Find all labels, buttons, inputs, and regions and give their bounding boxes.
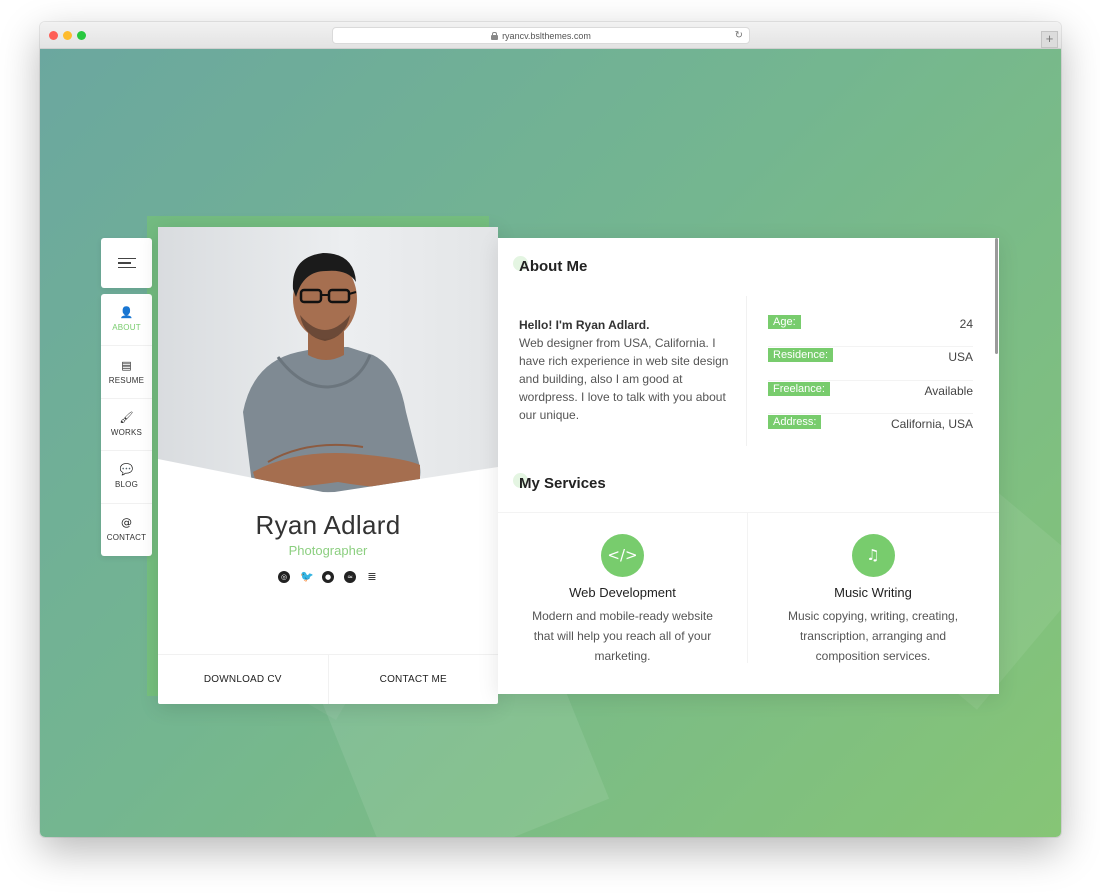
service-description: Modern and mobile-ready website that wil… — [532, 609, 713, 663]
nav-label: RESUME — [108, 375, 145, 385]
card-actions: DOWNLOAD CV CONTACT ME — [158, 654, 498, 704]
hamburger-menu-button[interactable] — [101, 238, 152, 288]
scrollbar[interactable] — [995, 238, 998, 354]
info-value: California, USA — [890, 416, 973, 431]
chat-icon: 💬 — [119, 463, 134, 477]
url-text: ryancv.bslthemes.com — [502, 30, 591, 41]
about-title-text: About Me — [519, 258, 588, 275]
contact-me-button[interactable]: CONTACT ME — [329, 655, 499, 704]
download-cv-button[interactable]: DOWNLOAD CV — [158, 655, 329, 704]
spotify-icon[interactable]: ≈ — [344, 571, 356, 583]
at-icon: @ — [121, 516, 132, 530]
services-title: My Services — [513, 473, 606, 492]
about-title: About Me — [512, 256, 588, 275]
new-tab-button[interactable]: + — [1041, 31, 1058, 48]
nav-item-blog[interactable]: 💬 BLOG — [101, 451, 152, 504]
reload-icon[interactable]: ↻ — [735, 30, 743, 41]
stackoverflow-icon[interactable]: ≣ — [366, 571, 378, 583]
profile-role: Photographer — [288, 543, 368, 558]
divider — [746, 296, 747, 446]
info-key: Freelance: — [768, 381, 830, 396]
info-row-freelance: Freelance: Available — [768, 381, 973, 414]
dribbble-icon[interactable]: ◎ — [278, 571, 290, 583]
about-text: Web designer from USA, California. I hav… — [519, 336, 729, 422]
info-row-age: Age: 24 — [768, 314, 973, 348]
service-title: Web Development — [569, 585, 676, 600]
about-greeting: Hello! I'm Ryan Adlard. — [519, 318, 650, 332]
address-bar[interactable]: ryancv.bslthemes.com ↻ — [332, 27, 750, 44]
service-description: Music copying, writing, creating, transc… — [787, 609, 959, 663]
hamburger-icon-line — [117, 266, 136, 269]
side-navigation: 👤 ABOUT ▤ RESUME 🖌 WORKS 💬 BLOG @ CONTAC… — [101, 294, 152, 556]
info-value: 24 — [959, 317, 973, 331]
person-icon: 👤 — [119, 306, 134, 320]
close-window-button[interactable] — [49, 31, 58, 40]
nav-item-contact[interactable]: @ CONTACT — [101, 504, 152, 556]
service-web-development: </> Web Development Modern and mobile-re… — [498, 513, 748, 663]
hamburger-icon-line — [117, 262, 131, 264]
social-links: ◎ 🐦 ● ≈ ≣ — [158, 571, 498, 583]
info-row-residence: Residence: USA — [768, 347, 973, 381]
profile-photo — [158, 227, 498, 493]
music-note-icon: ♫ — [851, 534, 895, 577]
content-panel: About Me Hello! I'm Ryan Adlard. Web des… — [498, 238, 999, 694]
hamburger-icon — [117, 257, 136, 260]
info-key: Age: — [768, 315, 801, 329]
minimize-window-button[interactable] — [63, 31, 72, 40]
info-row-address: Address: California, USA — [768, 414, 973, 447]
document-icon: ▤ — [121, 358, 132, 372]
services-grid: </> Web Development Modern and mobile-re… — [498, 512, 999, 663]
services-title-text: My Services — [519, 475, 606, 492]
lock-icon — [491, 31, 499, 40]
info-value: USA — [948, 350, 973, 365]
nav-item-works[interactable]: 🖌 WORKS — [101, 399, 152, 452]
profile-name: Ryan Adlard — [255, 510, 401, 540]
about-description: Hello! I'm Ryan Adlard. Web designer fro… — [519, 316, 729, 424]
nav-label: WORKS — [110, 427, 143, 437]
service-title: Music Writing — [834, 585, 912, 600]
code-icon: </> — [601, 534, 644, 577]
browser-window: ryancv.bslthemes.com ↻ + 👤 ABOUT ▤ RESUM… — [40, 22, 1061, 837]
info-value: Available — [924, 383, 973, 398]
info-list: Age: 24 Residence: USA Freelance: Availa… — [768, 314, 973, 447]
info-key: Address: — [768, 414, 822, 429]
nav-label: CONTACT — [106, 533, 147, 543]
profile-card: Ryan Adlard Photographer ◎ 🐦 ● ≈ ≣ DOWNL… — [158, 227, 498, 704]
twitter-icon[interactable]: 🐦 — [300, 571, 314, 583]
browser-titlebar: ryancv.bslthemes.com ↻ + — [40, 22, 1061, 49]
github-icon[interactable]: ● — [322, 571, 334, 583]
info-key: Residence: — [768, 348, 834, 363]
service-music-writing: ♫ Music Writing Music copying, writing, … — [748, 513, 998, 663]
page-viewport: 👤 ABOUT ▤ RESUME 🖌 WORKS 💬 BLOG @ CONTAC… — [40, 49, 1061, 837]
nav-label: ABOUT — [112, 323, 141, 333]
nav-item-resume[interactable]: ▤ RESUME — [101, 346, 152, 399]
maximize-window-button[interactable] — [77, 31, 86, 40]
nav-item-about[interactable]: 👤 ABOUT — [101, 294, 152, 347]
paintbrush-icon: 🖌 — [119, 410, 134, 424]
nav-label: BLOG — [114, 480, 139, 490]
person-illustration — [243, 253, 421, 492]
